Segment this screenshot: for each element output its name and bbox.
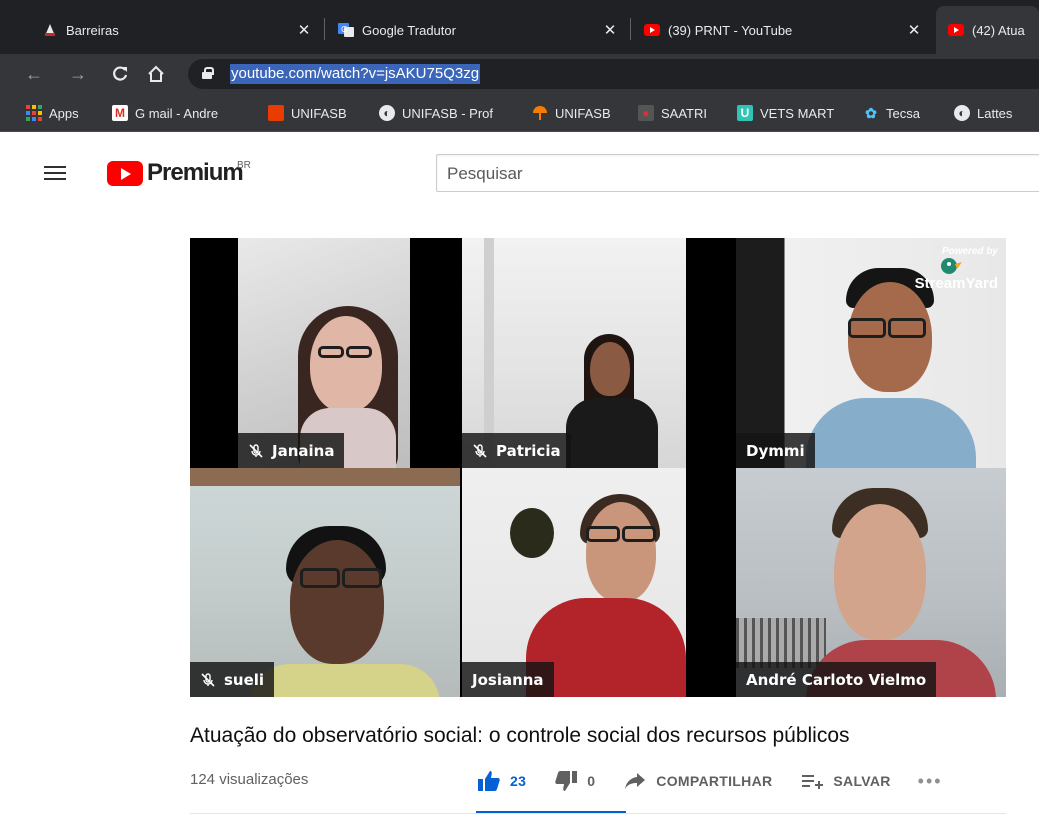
youtube-favicon xyxy=(948,22,964,38)
home-icon[interactable] xyxy=(144,62,168,86)
view-count: 124 visualizações xyxy=(190,771,309,788)
streamyard-logo-icon xyxy=(940,256,962,276)
vetsmart-icon: U xyxy=(737,105,753,121)
like-button[interactable]: 23 xyxy=(476,770,526,792)
region-code: BR xyxy=(237,160,251,171)
save-label: SALVAR xyxy=(833,773,891,789)
search-input[interactable]: Pesquisar xyxy=(436,154,1039,192)
bookmark-gmail[interactable]: M G mail - Andre xyxy=(112,94,218,132)
save-button[interactable]: SALVAR xyxy=(799,770,890,792)
youtube-logo-icon[interactable] xyxy=(107,161,143,186)
bookmark-lattes[interactable]: ◐ Lattes xyxy=(954,94,1012,132)
participant-name-andre: André Carloto Vielmo xyxy=(736,662,937,697)
barreiras-favicon xyxy=(42,22,58,38)
bookmark-saatri[interactable]: ● SAATRI xyxy=(638,94,707,132)
participant-name-dymmi: Dymmi xyxy=(736,433,815,468)
like-count: 23 xyxy=(510,773,527,789)
share-button[interactable]: COMPARTILHAR xyxy=(622,770,772,792)
dislike-button[interactable]: 0 xyxy=(553,770,595,792)
youtube-premium-logo[interactable]: Premium xyxy=(147,159,244,187)
google-translate-favicon: G xyxy=(338,22,354,38)
more-actions-icon[interactable]: ••• xyxy=(918,771,943,792)
share-arrow-icon xyxy=(622,770,648,792)
reload-icon[interactable] xyxy=(108,62,132,86)
youtube-favicon xyxy=(644,22,660,38)
bookmark-vets-mart[interactable]: U VETS MART xyxy=(737,94,834,132)
thumbs-down-icon xyxy=(553,770,579,792)
hamburger-menu-icon[interactable] xyxy=(44,166,66,180)
search-placeholder: Pesquisar xyxy=(447,164,523,183)
globe-icon: ◐ xyxy=(379,105,395,121)
muted-mic-icon xyxy=(248,443,264,459)
close-icon[interactable]: ✕ xyxy=(602,21,618,39)
participant-tile-patricia: Patricia xyxy=(462,238,686,468)
participant-name-janaina: Janaina xyxy=(238,433,345,468)
participant-tile-andre: André Carloto Vielmo xyxy=(736,468,1006,697)
svg-text:G: G xyxy=(341,25,347,34)
muted-mic-icon xyxy=(472,443,488,459)
office-icon xyxy=(268,105,284,121)
url-text[interactable]: youtube.com/watch?v=jsAKU75Q3zg xyxy=(230,64,481,84)
paw-icon: ✿ xyxy=(865,104,877,121)
bookmark-unifasb-prof[interactable]: ◐ UNIFASB - Prof xyxy=(379,94,493,132)
saatri-icon: ● xyxy=(638,105,654,121)
thumbs-up-icon xyxy=(476,770,502,792)
participant-name-sueli: sueli xyxy=(190,662,275,697)
youtube-header: Premium BR Pesquisar xyxy=(0,132,1039,210)
bookmark-apps[interactable]: Apps xyxy=(26,94,79,132)
info-divider xyxy=(190,813,1006,814)
bookmark-unifasb-2[interactable]: UNIFASB xyxy=(532,94,611,132)
address-bar[interactable]: youtube.com/watch?v=jsAKU75Q3zg xyxy=(188,59,1039,89)
participant-tile-josianna: Josianna xyxy=(462,468,686,697)
umbrella-icon xyxy=(532,105,548,121)
tab-barreiras[interactable]: Barreiras ✕ xyxy=(30,6,324,54)
gmail-icon: M xyxy=(112,105,128,121)
tab-prnt-youtube[interactable]: (39) PRNT - YouTube ✕ xyxy=(632,6,934,54)
back-arrow-icon[interactable]: ← xyxy=(22,62,46,86)
close-icon[interactable]: ✕ xyxy=(296,21,312,39)
video-actions: 23 0 COMPARTILHAR SALVAR ••• xyxy=(476,760,943,802)
bookmarks-bar: Apps M G mail - Andre UNIFASB ◐ UNIFASB … xyxy=(0,94,1039,132)
globe-icon: ◐ xyxy=(954,105,970,121)
tab-separator xyxy=(630,18,631,40)
share-label: COMPARTILHAR xyxy=(656,773,773,789)
playlist-add-icon xyxy=(799,770,825,792)
bookmark-unifasb[interactable]: UNIFASB xyxy=(268,94,347,132)
tab-active-video[interactable]: (42) Atua xyxy=(936,6,1039,54)
participant-name-josianna: Josianna xyxy=(462,662,554,697)
video-title: Atuação do observatório social: o contro… xyxy=(190,724,850,747)
browser-tab-strip: Barreiras ✕ G Google Tradutor ✕ (39) PRN… xyxy=(0,0,1039,54)
muted-mic-icon xyxy=(200,672,216,688)
participant-tile-janaina: Janaina xyxy=(238,238,410,468)
bookmark-tecsa[interactable]: ✿ Tecsa xyxy=(863,94,920,132)
close-icon[interactable]: ✕ xyxy=(906,21,922,39)
tab-separator xyxy=(324,18,325,40)
forward-arrow-icon[interactable]: → xyxy=(66,62,90,86)
video-player[interactable]: Janaina Patricia Powered by StreamYard D… xyxy=(190,238,1006,697)
apps-grid-icon xyxy=(26,105,42,121)
participant-tile-sueli: sueli xyxy=(190,468,460,697)
lock-icon xyxy=(202,67,214,79)
dislike-count: 0 xyxy=(587,773,596,789)
participant-tile-dymmi: Powered by StreamYard Dymmi xyxy=(736,238,1006,468)
tab-google-tradutor[interactable]: G Google Tradutor ✕ xyxy=(326,6,630,54)
participant-name-patricia: Patricia xyxy=(462,433,571,468)
browser-toolbar: ← → youtube.com/watch?v=jsAKU75Q3zg xyxy=(0,54,1039,94)
